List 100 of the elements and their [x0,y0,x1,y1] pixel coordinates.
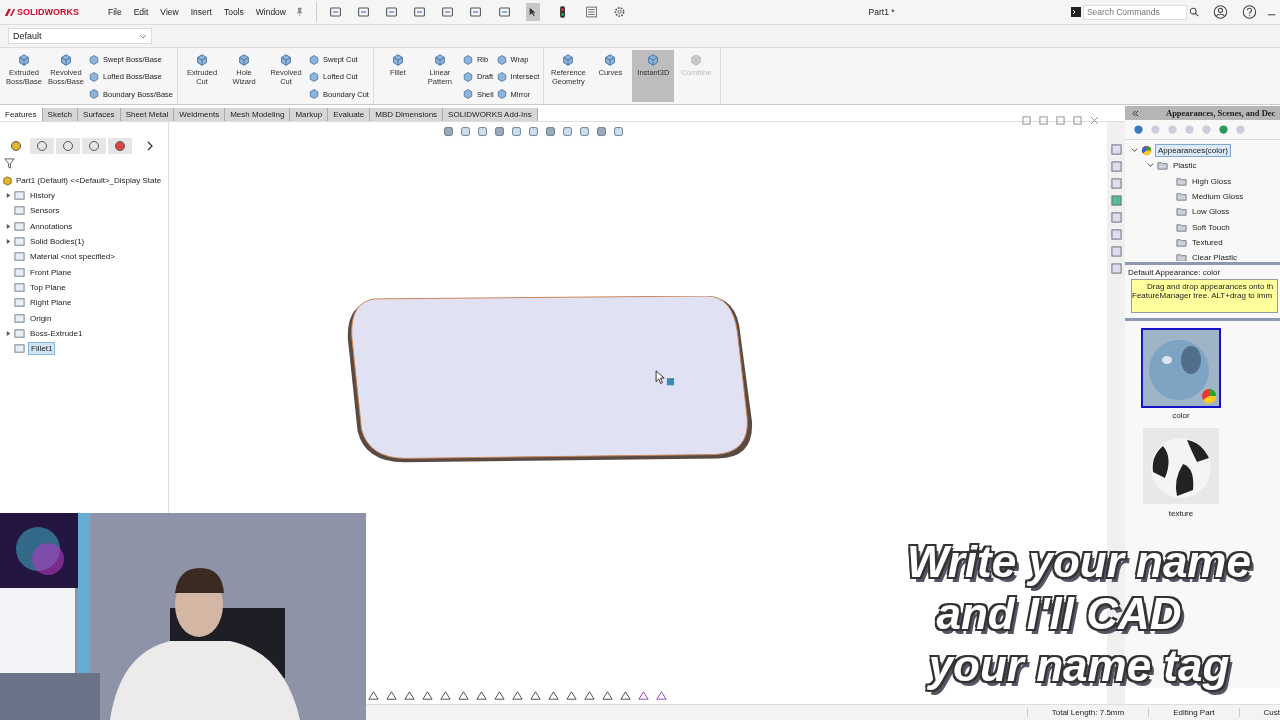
view-tool-icon[interactable] [442,126,454,137]
menu-item[interactable]: Edit [133,7,149,17]
expand-arrow-icon[interactable] [6,330,11,336]
ribbon-tab[interactable]: Markup [290,108,329,121]
ribbon-tab[interactable]: Mesh Modeling [225,108,291,121]
chevron-icon[interactable] [146,141,154,151]
menu-item[interactable]: Insert [190,7,212,17]
feature-icon [88,88,100,101]
filter-icon[interactable] [4,158,15,169]
tree-item[interactable]: Appearances(color) [1155,144,1231,158]
sketch-tool-icon[interactable] [637,688,650,702]
sketch-tool-icon[interactable] [565,688,578,702]
ribbon-tab[interactable]: Sheet Metal [120,108,175,121]
tree-root[interactable]: Part1 (Default) <<Default>_Display State [16,176,162,185]
sketch-tool-icon[interactable] [619,688,632,702]
ribbon-tab[interactable]: Weldments [174,108,226,121]
ribbon-tab[interactable]: MBD Dimensions [370,108,444,121]
feature-icon [308,71,321,83]
pin-icon[interactable] [295,7,305,17]
tree-item[interactable]: Medium Gloss [1190,191,1246,203]
tree-item[interactable]: High Gloss [1190,175,1234,187]
menu-item[interactable]: Tools [223,7,244,17]
sketch-tool-icon[interactable] [547,688,560,702]
search-field[interactable]: Search Commands [1082,4,1187,20]
tree-item[interactable]: Annotations [28,220,75,232]
thumbnail-label: texture [1168,509,1194,518]
document-title: Part1 * [868,7,896,17]
settings-icon[interactable] [612,5,626,19]
panel-tab[interactable] [30,138,54,154]
feature-icon [14,190,25,202]
view-tool-icon[interactable] [527,126,539,137]
select-button[interactable] [525,3,541,21]
menu-item[interactable]: Window [255,7,286,17]
tree-item[interactable]: Textured [1190,236,1225,248]
panel-tab[interactable] [108,138,132,154]
tree-item[interactable]: Right Plane [28,297,74,309]
collapse-icon[interactable] [1131,109,1140,117]
expand-arrow-icon[interactable] [6,193,11,199]
feature-icon [14,236,25,248]
sketch-tool-icon[interactable] [385,688,398,702]
sketch-tool-icon[interactable] [367,688,380,702]
view-tool-icon[interactable] [561,126,573,137]
view-tool-icon[interactable] [578,126,590,137]
sketch-tool-icon[interactable] [493,688,506,702]
task-pane-tool-icon[interactable] [1133,124,1144,135]
help-icon[interactable] [1241,4,1257,20]
sketch-tool-icon[interactable] [583,688,596,702]
task-pane-tab-icon[interactable] [1110,246,1122,257]
tree-item[interactable]: Front Plane [28,266,74,278]
expand-arrow-icon[interactable] [6,223,11,229]
menu-item[interactable]: File [108,7,122,17]
tree-item[interactable]: Boss-Extrude1 [28,327,85,339]
ribbon-tab[interactable]: SOLIDWORKS Add-Ins [443,108,538,121]
task-pane-tab-icon[interactable] [1110,263,1122,274]
sketch-tool-icon[interactable] [403,688,416,702]
sketch-tool-icon[interactable] [457,688,470,702]
tree-item[interactable]: Clear Plastic [1190,252,1239,261]
user-icon[interactable] [1212,4,1228,20]
tree-item[interactable]: Low Gloss [1190,206,1232,218]
close-icon[interactable] [1090,116,1099,125]
sketch-tool-icon[interactable] [655,688,668,702]
ribbon-tab[interactable]: Evaluate [328,108,371,121]
tree-item[interactable]: Material <not specified> [28,251,117,263]
view-tool-icon[interactable] [544,126,556,137]
ribbon-tab[interactable]: Surfaces [78,108,121,121]
expand-arrow-icon[interactable] [6,239,11,245]
task-pane-tab-icon[interactable] [1110,212,1122,223]
tree-item[interactable]: Soft Touch [1190,221,1232,233]
view-tool-icon[interactable] [476,126,488,137]
tree-item[interactable]: Solid Bodies(1) [28,236,87,248]
panel-tab[interactable] [82,138,106,154]
task-pane-tab-icon[interactable] [1110,161,1122,172]
sketch-tool-icon[interactable] [421,688,434,702]
panel-tab[interactable] [56,138,80,154]
view-tool-icon[interactable] [510,126,522,137]
tree-item[interactable]: Top Plane [28,281,68,293]
task-pane-tab-icon[interactable] [1110,144,1122,155]
sketch-tool-icon[interactable] [601,688,614,702]
configuration-dropdown[interactable]: Default [8,28,152,44]
sketch-tool-icon[interactable] [439,688,452,702]
ribbon-tab[interactable]: Sketch [42,108,79,121]
sketch-tool-icon[interactable] [529,688,542,702]
menu-item[interactable]: View [160,7,179,17]
terminal-icon [1070,7,1081,17]
tree-item[interactable]: Origin [28,312,54,324]
tree-item[interactable]: Sensors [28,205,62,217]
view-tool-icon[interactable] [493,126,505,137]
tree-item[interactable]: History [28,190,57,202]
view-tool-icon[interactable] [459,126,471,137]
view-tool-icon[interactable] [595,126,607,137]
task-pane-tab-icon[interactable] [1110,195,1122,206]
view-tool-icon[interactable] [612,126,624,137]
task-pane-tab-icon[interactable] [1110,178,1122,189]
task-pane-tool-icon[interactable] [1218,124,1229,135]
list-icon[interactable] [584,5,598,19]
tree-item[interactable]: Fillet1 [28,342,56,356]
sketch-tool-icon[interactable] [511,688,524,702]
tree-item[interactable]: Plastic [1171,160,1199,172]
task-pane-tab-icon[interactable] [1110,229,1122,240]
sketch-tool-icon[interactable] [475,688,488,702]
